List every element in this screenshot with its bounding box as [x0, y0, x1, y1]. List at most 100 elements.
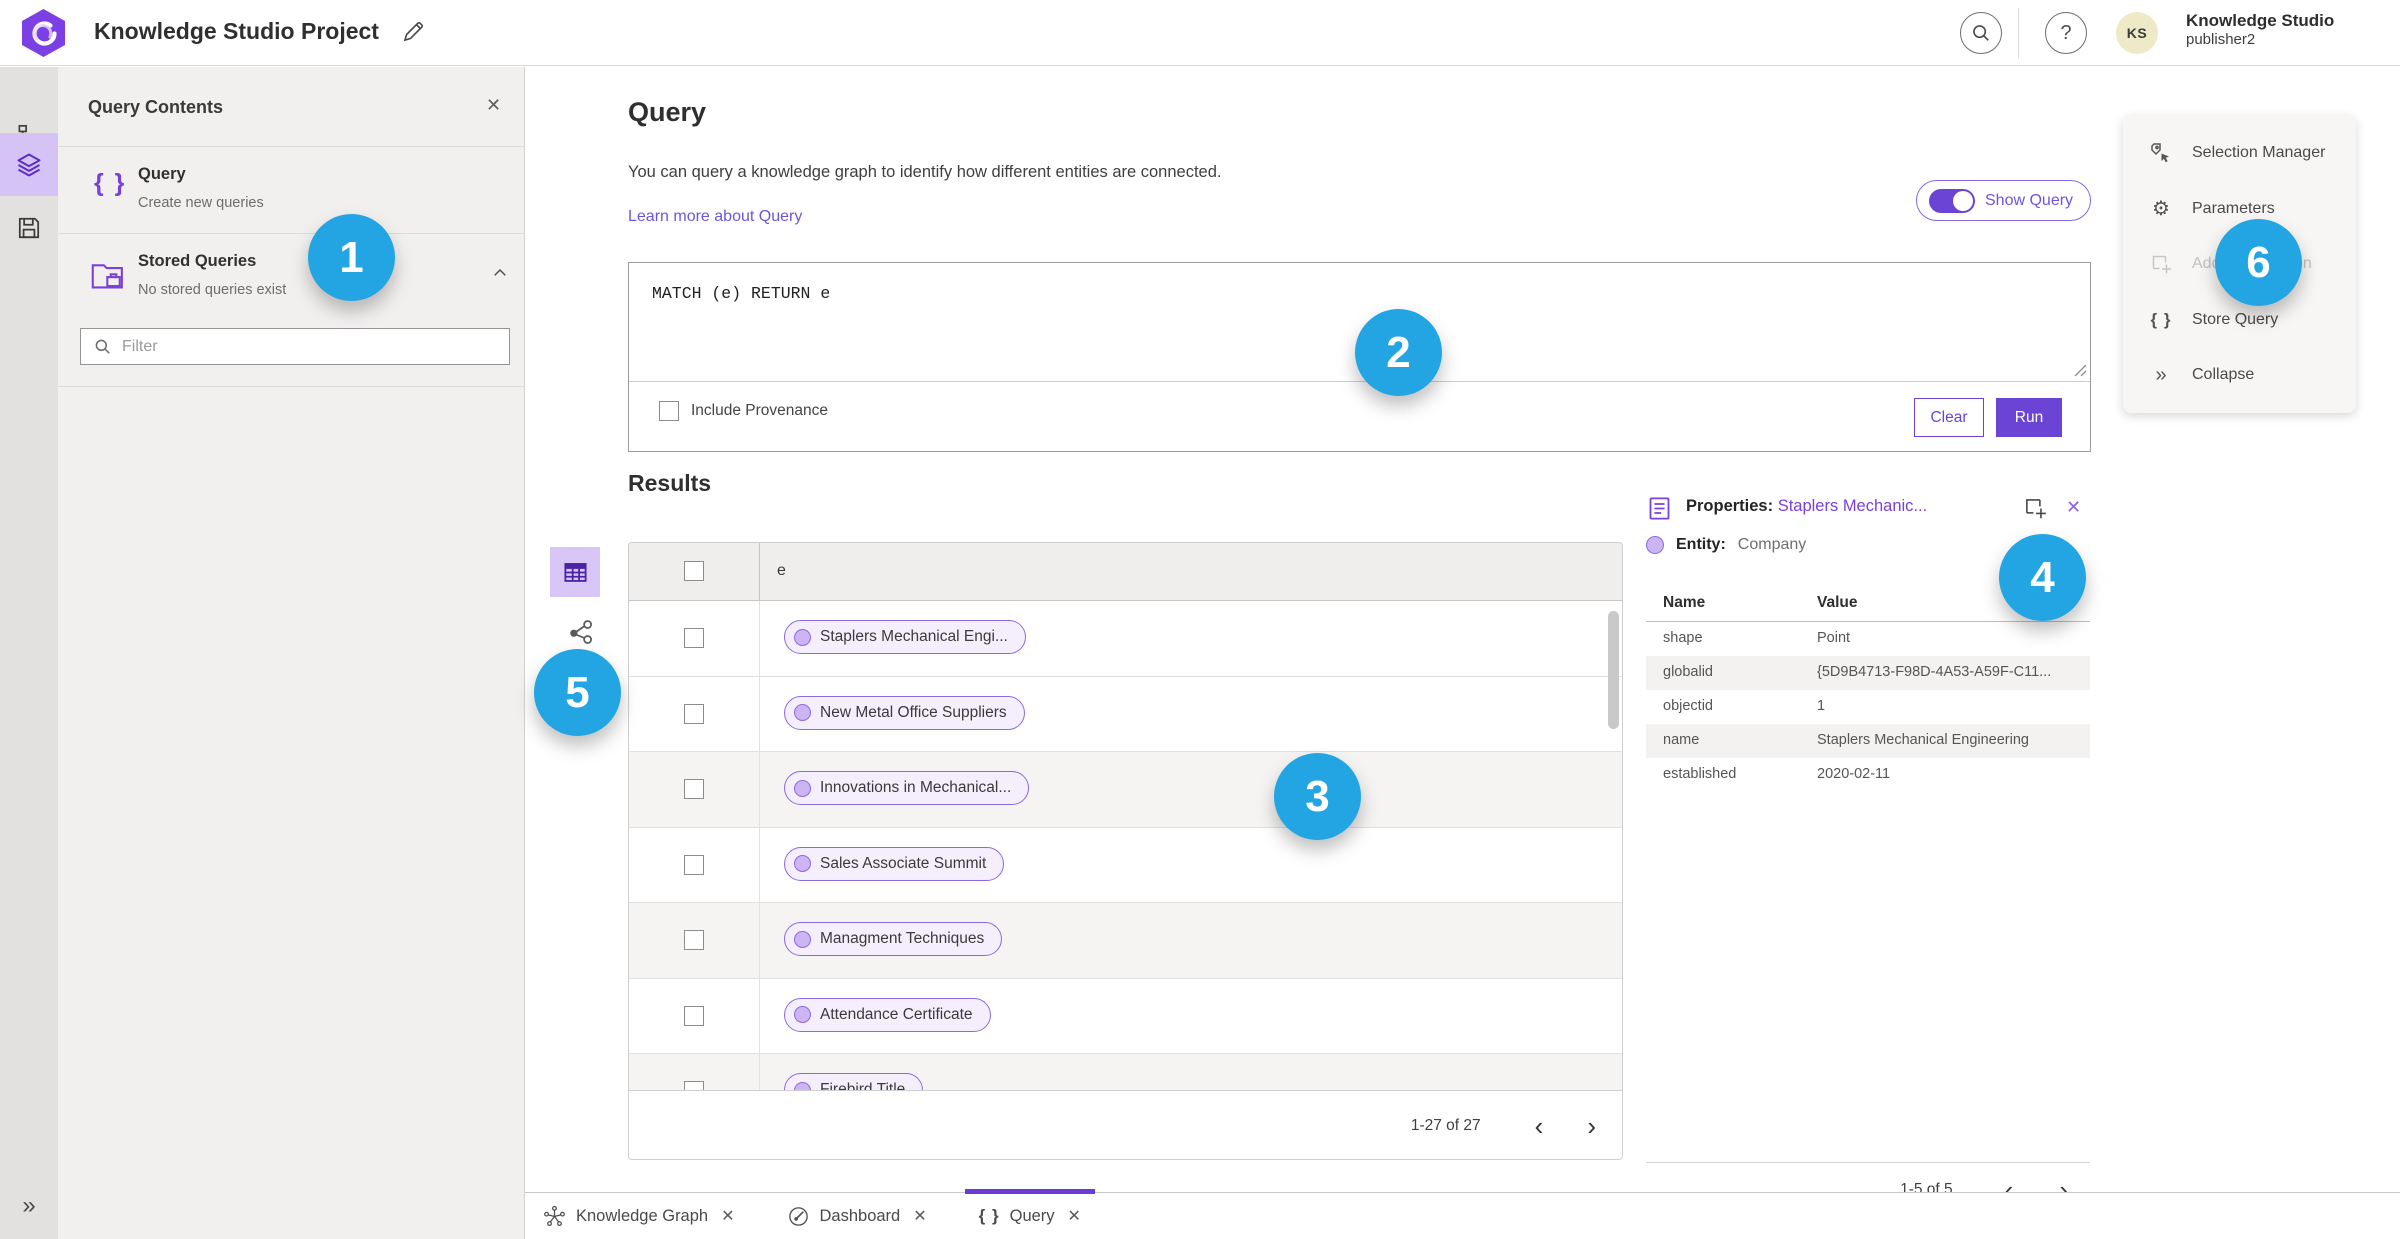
dashboard-icon [787, 1205, 810, 1228]
annotation-callout-4: 4 [1999, 534, 2086, 621]
row-checkbox[interactable] [684, 779, 704, 799]
property-row[interactable]: established 2020-02-11 [1646, 758, 2090, 792]
close-tab-icon[interactable]: ✕ [1068, 1206, 1081, 1226]
entity-pill[interactable]: Attendance Certificate [784, 997, 991, 1032]
property-row[interactable]: objectid 1 [1646, 690, 2090, 724]
results-title: Results [628, 470, 712, 496]
close-tab-icon[interactable]: ✕ [913, 1206, 926, 1226]
entity-pill[interactable]: Innovations in Mechanical... [784, 771, 1030, 805]
properties-footer-divider [1646, 1162, 2090, 1163]
tab-knowledge-graph[interactable]: Knowledge Graph ✕ [543, 1193, 735, 1239]
user-block[interactable]: Knowledge Studio publisher2 [2186, 10, 2334, 50]
learn-more-link[interactable]: Learn more about Query [628, 208, 802, 226]
include-provenance-row: Include Provenance [659, 401, 828, 421]
entity-pill[interactable]: Sales Associate Summit [784, 846, 1005, 881]
entity-dot-icon [794, 779, 811, 797]
entity-pill[interactable]: Managment Techniques [784, 922, 1003, 956]
column-header-name: Name [1663, 594, 1706, 611]
filter-box [80, 328, 510, 365]
entity-pill[interactable]: New Metal Office Suppliers [784, 695, 1025, 730]
row-checkbox[interactable] [684, 1081, 704, 1090]
query-item-label: Query [138, 165, 186, 183]
property-row[interactable]: shape Point [1646, 622, 2090, 656]
edit-title-icon[interactable] [400, 19, 426, 45]
property-name: name [1663, 732, 1700, 748]
close-tab-icon[interactable]: ✕ [721, 1206, 734, 1226]
clear-button[interactable]: Clear [1914, 398, 1984, 437]
results-table-header: e [629, 543, 1622, 601]
include-provenance-label: Include Provenance [691, 402, 829, 419]
menu-item-label: Store Query [2192, 310, 2279, 328]
menu-item-label: Collapse [2192, 366, 2255, 383]
knowledge-graph-icon [543, 1205, 566, 1228]
entity-pill[interactable]: Firebird Title [784, 1073, 924, 1090]
save-rail-button[interactable] [0, 197, 58, 259]
query-description: You can query a knowledge graph to ident… [628, 163, 1222, 181]
help-button[interactable]: ? [2045, 12, 2087, 54]
link-chart-view-button[interactable] [567, 617, 597, 647]
user-avatar[interactable]: KS [2116, 12, 2158, 54]
properties-close-icon[interactable]: ✕ [2066, 497, 2081, 518]
stored-queries-section[interactable]: Stored Queries No stored queries exist [58, 234, 525, 320]
row-checkbox[interactable] [684, 854, 704, 875]
gear-icon: ⚙ [2152, 198, 2170, 220]
entity-pill-label: Firebird Title [820, 1081, 906, 1090]
table-row[interactable]: Sales Associate Summit [629, 827, 1622, 903]
search-icon [1970, 22, 1992, 44]
table-row[interactable]: Staplers Mechanical Engi... [629, 601, 1622, 677]
resize-grip-icon[interactable] [2073, 363, 2087, 377]
panel-close-icon[interactable]: ✕ [486, 95, 501, 116]
add-to-selection-icon[interactable] [2022, 495, 2048, 521]
selection-manager-icon [2148, 141, 2174, 165]
select-all-checkbox[interactable] [684, 561, 704, 581]
include-provenance-checkbox[interactable] [659, 401, 679, 421]
entity-pill[interactable]: Staplers Mechanical Engi... [784, 620, 1026, 654]
property-value: {5D9B4713-F98D-4A53-A59F-C11... [1817, 664, 2052, 680]
table-view-button-active[interactable] [550, 547, 600, 597]
tab-dashboard[interactable]: Dashboard ✕ [787, 1193, 927, 1239]
tab-label: Query [1009, 1206, 1055, 1225]
panel-title: Query Contents [88, 97, 224, 117]
properties-title: Properties: Staplers Mechanic... [1686, 497, 1927, 516]
table-row[interactable]: Innovations in Mechanical... [629, 752, 1622, 828]
expand-rail-button[interactable]: » [0, 1175, 58, 1237]
entity-pill-label: Staplers Mechanical Engi... [820, 628, 1008, 645]
row-checkbox[interactable] [684, 930, 704, 950]
user-product-name: Knowledge Studio [2186, 11, 2335, 30]
table-row[interactable]: New Metal Office Suppliers [629, 676, 1622, 752]
tab-query-active[interactable]: { } Query ✕ [964, 1189, 1095, 1239]
collapse-item[interactable]: » Collapse [2123, 350, 2356, 400]
next-page-icon[interactable]: › [1583, 1113, 1600, 1139]
row-checkbox[interactable] [684, 628, 704, 648]
selection-manager-item[interactable]: Selection Manager [2123, 128, 2356, 178]
table-row[interactable]: Managment Techniques [629, 903, 1622, 979]
braces-icon: { } [94, 169, 127, 197]
editor-footer-divider [629, 381, 2090, 382]
entity-dot-icon [794, 930, 811, 948]
braces-icon: { } [978, 1206, 1000, 1225]
query-list-item[interactable]: { } Query Create new queries [58, 147, 525, 233]
run-button[interactable]: Run [1996, 398, 2062, 437]
layers-rail-button-active[interactable] [0, 133, 58, 196]
filter-search-icon [93, 337, 112, 356]
show-query-toggle[interactable]: Show Query [1916, 180, 2091, 221]
row-checkbox[interactable] [684, 1005, 704, 1026]
filter-input[interactable] [122, 337, 497, 356]
table-row[interactable]: Attendance Certificate [629, 978, 1622, 1054]
user-name: publisher2 [2186, 31, 2256, 49]
properties-doc-icon [1646, 495, 1673, 522]
table-row[interactable]: Firebird Title [629, 1054, 1622, 1090]
prev-page-icon[interactable]: ‹ [1531, 1113, 1548, 1139]
row-checkbox[interactable] [684, 703, 704, 724]
menu-item-label: Selection Manager [2192, 144, 2326, 161]
left-icon-rail: » [0, 67, 58, 1239]
chevron-up-icon[interactable] [491, 264, 509, 282]
menu-item-label: Parameters [2192, 199, 2275, 217]
property-row[interactable]: globalid {5D9B4713-F98D-4A53-A59F-C11... [1646, 656, 2090, 690]
property-row[interactable]: name Staplers Mechanical Engineering [1646, 724, 2090, 758]
properties-entity-link[interactable]: Staplers Mechanic... [1778, 497, 1927, 515]
results-table-body: Staplers Mechanical Engi... New Metal Of… [629, 601, 1622, 1090]
entity-label: Entity: [1676, 536, 1726, 553]
results-scrollbar-thumb[interactable] [1608, 611, 1619, 729]
search-button[interactable] [1960, 12, 2002, 54]
